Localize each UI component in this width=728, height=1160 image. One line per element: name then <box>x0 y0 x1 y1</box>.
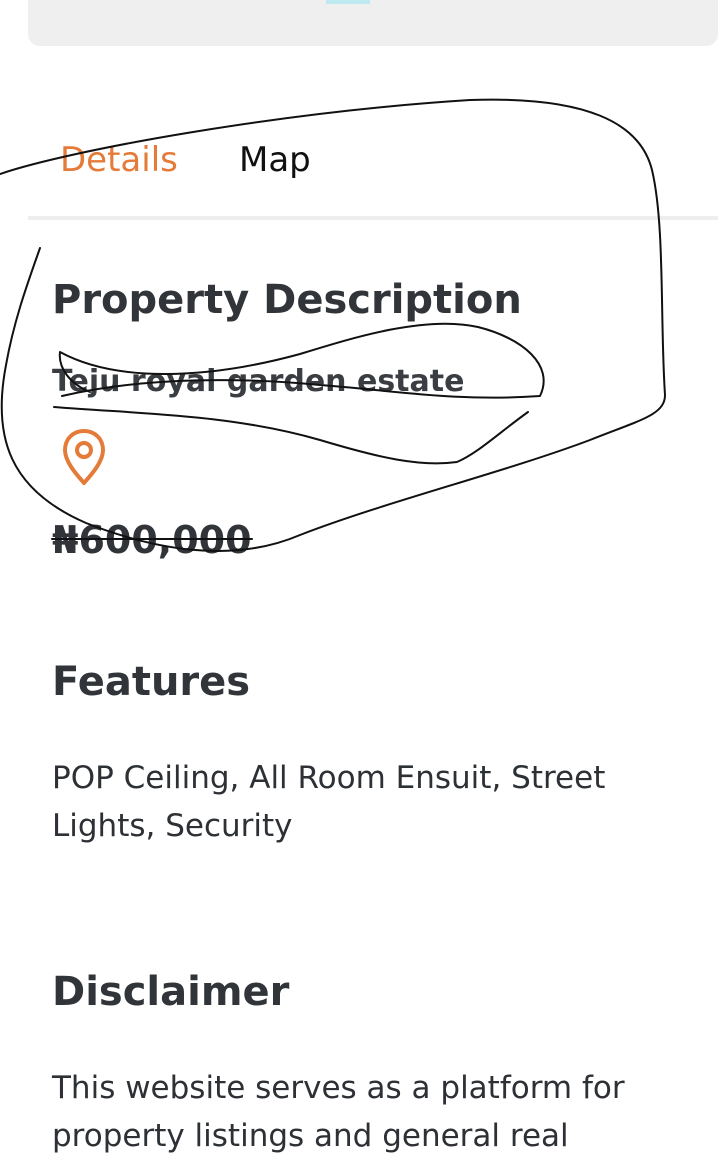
property-description-title: Property Description <box>52 277 522 323</box>
features-list: POP Ceiling, All Room Ensuit, Street Lig… <box>52 760 606 844</box>
features-title: Features <box>52 659 251 705</box>
tab-details[interactable]: Details <box>60 136 178 184</box>
property-price: ₦600,000 <box>52 518 252 562</box>
tab-map[interactable]: Map <box>239 136 311 184</box>
estate-name: Teju royal garden estate <box>52 364 465 399</box>
disclaimer-text: This website serves as a platform for pr… <box>52 1070 625 1154</box>
previous-info-card <box>28 0 718 46</box>
property-tabs: Details Map <box>28 118 718 220</box>
cyan-highlight-chip <box>326 0 370 4</box>
disclaimer-title: Disclaimer <box>52 969 290 1015</box>
map-pin-icon <box>60 428 108 488</box>
